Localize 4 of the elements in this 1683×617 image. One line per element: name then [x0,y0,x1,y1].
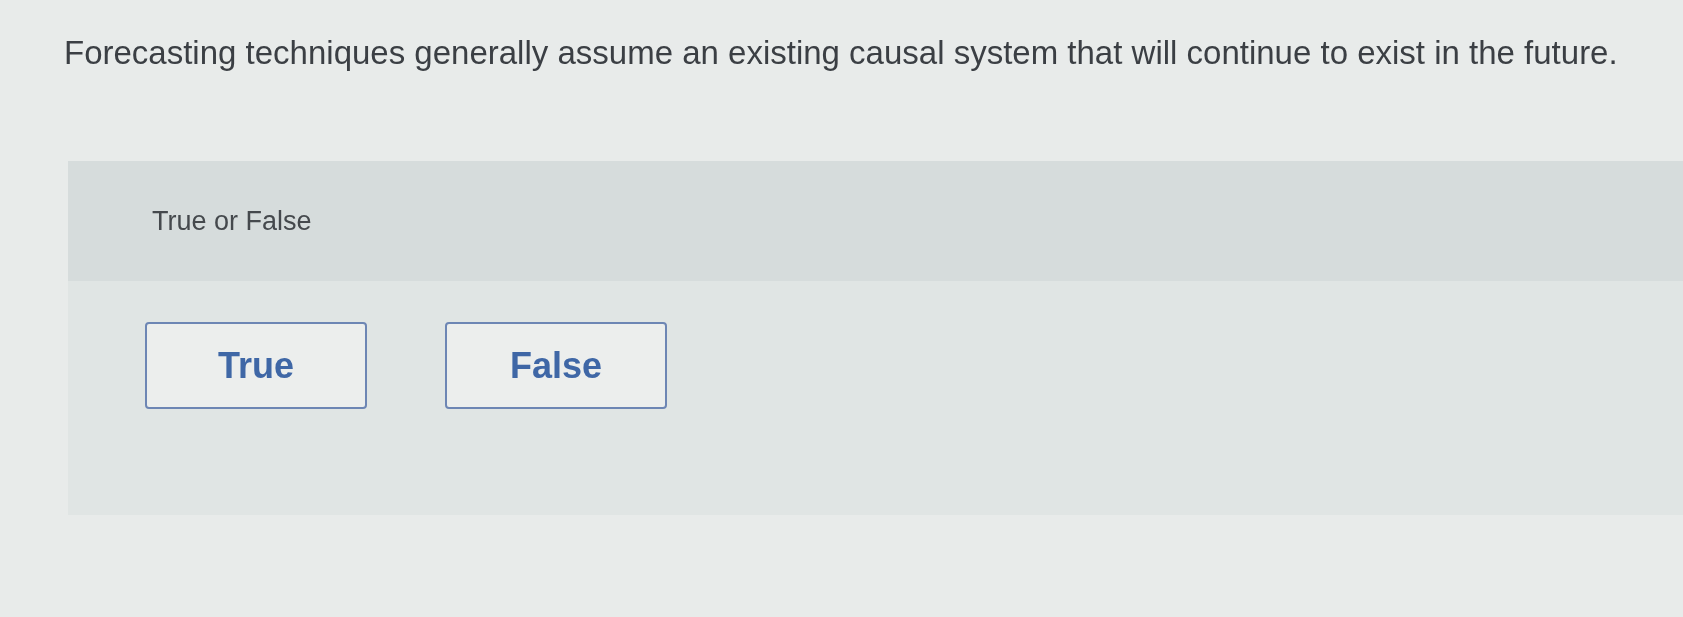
answer-option-button[interactable]: True [145,322,367,409]
prompt-text: True or False [152,205,312,237]
answer-option-button[interactable]: False [445,322,667,409]
question-text: Forecasting techniques generally assume an existing causal system that will continue to exist in the future. [63,33,1619,73]
